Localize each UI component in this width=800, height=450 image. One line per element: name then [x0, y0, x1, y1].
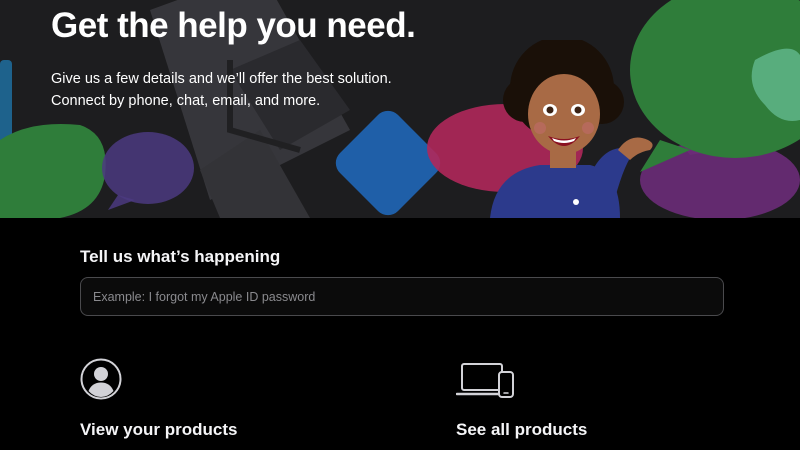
memoji-avatar: [490, 40, 653, 218]
hero-banner: Get the help you need. Give us a few det…: [0, 0, 800, 218]
search-heading: Tell us what’s happening: [80, 247, 281, 266]
hero-subtitle-line-1: Give us a few details and we’ll offer th…: [51, 71, 392, 87]
see-all-products-label: See all products: [456, 420, 588, 439]
view-your-products-label: View your products: [80, 420, 238, 439]
view-your-products-card[interactable]: View your products: [80, 358, 380, 450]
person-circle-icon: [80, 358, 122, 400]
issue-search-input[interactable]: [80, 277, 724, 316]
hero-subtitle-line-2: Connect by phone, chat, email, and more.: [51, 93, 321, 109]
hero-title: Get the help you need.: [51, 6, 416, 45]
see-all-products-card[interactable]: See all products: [456, 358, 756, 450]
laptop-phone-icon: [456, 363, 514, 398]
